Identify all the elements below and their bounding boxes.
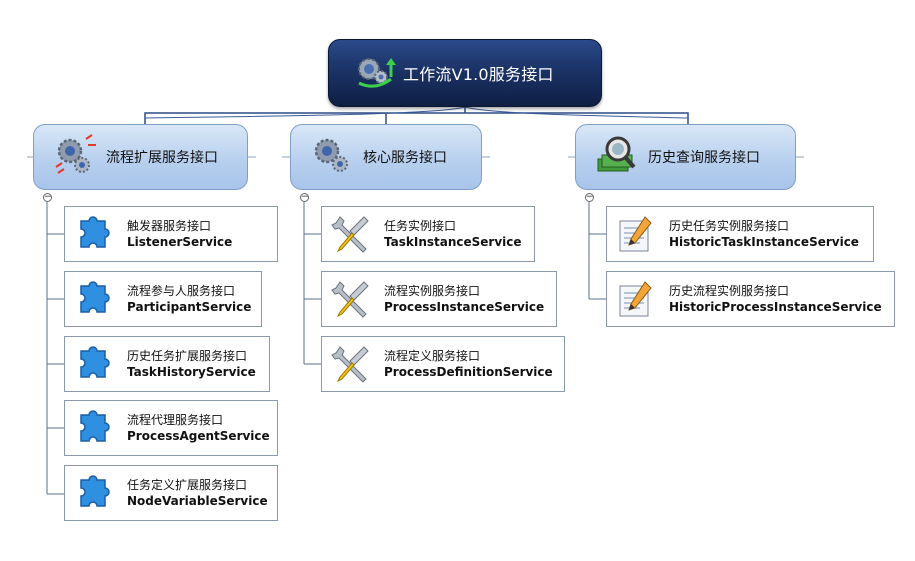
group-history-query-services[interactable]: 历史查询服务接口 (575, 124, 796, 190)
leaf-listener-service[interactable]: 触发器服务接口 ListenerService (64, 206, 278, 262)
leaf-en-label: TaskInstanceService (384, 235, 522, 249)
leaf-historic-process-instance-service[interactable]: 历史流程实例服务接口 HistoricProcessInstanceServic… (606, 271, 895, 327)
leaf-task-history-service[interactable]: 历史任务扩展服务接口 TaskHistoryService (64, 336, 270, 392)
notepad-pencil-icon (615, 213, 657, 255)
leaf-cn-label: 流程参与人服务接口 (127, 284, 236, 298)
leaf-cn-label: 流程代理服务接口 (127, 413, 224, 427)
tools-icon (330, 343, 372, 385)
group-core-services[interactable]: 核心服务接口 (290, 124, 482, 190)
puzzle-icon (73, 407, 115, 449)
notepad-pencil-icon (615, 278, 657, 320)
leaf-en-label: HistoricTaskInstanceService (669, 235, 859, 249)
puzzle-icon (73, 343, 115, 385)
leaf-task-instance-service[interactable]: 任务实例接口 TaskInstanceService (321, 206, 535, 262)
leaf-en-label: ListenerService (127, 235, 233, 249)
group-extension-services[interactable]: 流程扩展服务接口 (33, 124, 248, 190)
leaf-historic-task-instance-service[interactable]: 历史任务实例服务接口 HistoricTaskInstanceService (606, 206, 874, 262)
leaf-cn-label: 历史流程实例服务接口 (669, 284, 790, 298)
puzzle-icon (73, 213, 115, 255)
leaf-process-definition-service[interactable]: 流程定义服务接口 ProcessDefinitionService (321, 336, 565, 392)
gears-icon (309, 133, 355, 181)
leaf-cn-label: 历史任务实例服务接口 (669, 219, 790, 233)
leaf-process-agent-service[interactable]: 流程代理服务接口 ProcessAgentService (64, 400, 278, 456)
group-label: 核心服务接口 (363, 150, 447, 166)
leaf-cn-label: 流程定义服务接口 (384, 349, 481, 363)
leaf-cn-label: 历史任务扩展服务接口 (127, 349, 248, 363)
leaf-en-label: TaskHistoryService (127, 365, 256, 379)
leaf-en-label: ProcessAgentService (127, 429, 270, 443)
puzzle-icon (73, 278, 115, 320)
root-title: 工作流V1.0服务接口 (403, 65, 554, 84)
tools-icon (330, 213, 372, 255)
leaf-en-label: HistoricProcessInstanceService (669, 300, 882, 314)
leaf-en-label: ProcessDefinitionService (384, 365, 553, 379)
collapse-toggle[interactable]: − (43, 193, 52, 202)
gears-arrow-icon (353, 51, 399, 95)
tools-icon (330, 278, 372, 320)
leaf-cn-label: 触发器服务接口 (127, 219, 212, 233)
leaf-cn-label: 流程实例服务接口 (384, 284, 481, 298)
collapse-toggle[interactable]: − (300, 193, 309, 202)
leaf-process-instance-service[interactable]: 流程实例服务接口 ProcessInstanceService (321, 271, 557, 327)
group-label: 历史查询服务接口 (648, 150, 760, 166)
leaf-cn-label: 任务定义扩展服务接口 (127, 478, 248, 492)
collapse-toggle[interactable]: − (585, 193, 594, 202)
leaf-participant-service[interactable]: 流程参与人服务接口 ParticipantService (64, 271, 262, 327)
leaf-cn-label: 任务实例接口 (384, 219, 457, 233)
money-search-icon (594, 133, 640, 181)
root-node[interactable]: 工作流V1.0服务接口 (328, 39, 602, 107)
leaf-en-label: ParticipantService (127, 300, 252, 314)
leaf-node-variable-service[interactable]: 任务定义扩展服务接口 NodeVariableService (64, 465, 278, 521)
puzzle-icon (73, 472, 115, 514)
gears-broken-icon (52, 133, 98, 181)
leaf-en-label: ProcessInstanceService (384, 300, 545, 314)
leaf-en-label: NodeVariableService (127, 494, 268, 508)
group-label: 流程扩展服务接口 (106, 150, 218, 166)
